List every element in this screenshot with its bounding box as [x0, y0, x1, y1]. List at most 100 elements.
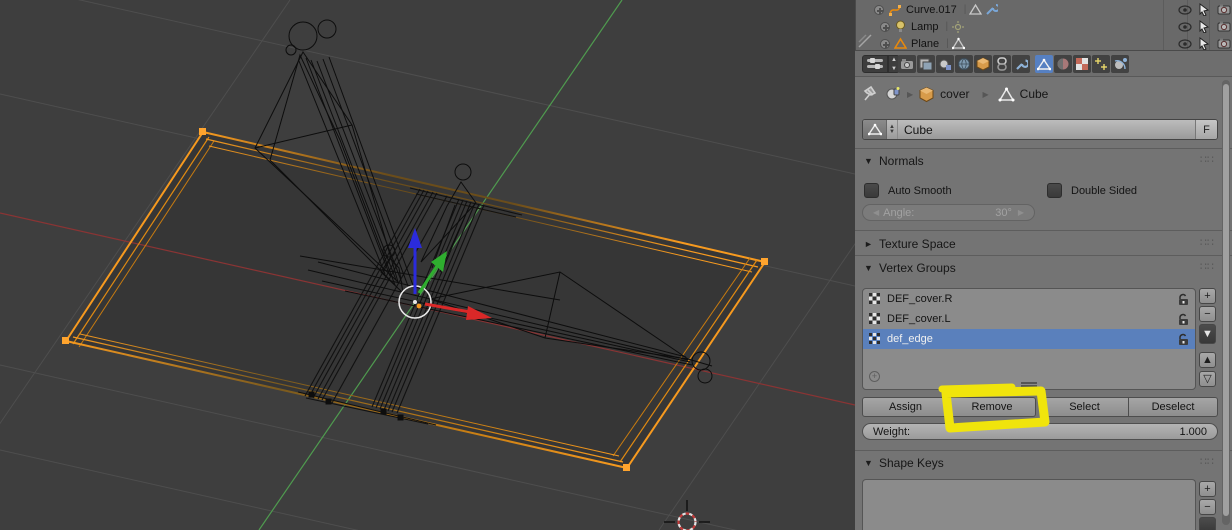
panel-header-normals[interactable]: ▼ Normals ∷∷: [855, 152, 1232, 170]
vgroup-specials-menu-button[interactable]: ▼: [1199, 324, 1216, 344]
double-sided-checkbox[interactable]: [1047, 183, 1062, 198]
properties-header: ▲▼: [855, 50, 1232, 77]
object-origin-dot: [417, 304, 422, 309]
vertex-group-row[interactable]: DEF_cover.L: [863, 309, 1195, 329]
lamp-data-icon: [951, 20, 965, 34]
name-field-spinner[interactable]: ▲▼: [887, 120, 898, 139]
weight-label: Weight:: [873, 426, 910, 438]
panel-title: Texture Space: [879, 237, 956, 251]
tab-object-data[interactable]: [1035, 55, 1053, 73]
list-add-icon[interactable]: +: [869, 371, 880, 382]
tab-world[interactable]: [955, 55, 973, 73]
panel-header-shape-keys[interactable]: ▼ Shape Keys ∷∷: [855, 454, 1232, 472]
shapekey-add-button[interactable]: +: [1199, 481, 1216, 497]
modifier-wrench-icon: [985, 3, 998, 16]
panel-separator: [855, 230, 1232, 231]
unlock-icon[interactable]: [1177, 333, 1189, 346]
breadcrumb-arrow-icon: ▶: [983, 90, 989, 99]
fake-user-button[interactable]: F: [1195, 120, 1217, 139]
tab-particles[interactable]: [1092, 55, 1110, 73]
tab-constraints[interactable]: [993, 55, 1011, 73]
visibility-eye-icon[interactable]: [1178, 22, 1192, 32]
slider-right-arrow-icon: ▶: [1018, 208, 1024, 217]
vertex-group-name: def_edge: [887, 333, 933, 345]
panel-scrollbar[interactable]: [1222, 80, 1230, 525]
vertex-group-name: DEF_cover.L: [887, 313, 951, 325]
deselect-button[interactable]: Deselect: [1129, 397, 1218, 417]
curve-object-icon: [888, 3, 902, 17]
weight-slider[interactable]: Weight: 1.000: [862, 423, 1218, 440]
expand-icon[interactable]: [874, 5, 884, 15]
panel-drag-grip[interactable]: ∷∷: [1200, 236, 1214, 249]
separator: |: [946, 38, 949, 49]
outliner-item-label: Plane: [911, 38, 939, 50]
panel-title: Vertex Groups: [879, 261, 956, 275]
disclosure-triangle-icon: ▼: [864, 156, 873, 166]
weight-value: 1.000: [1179, 426, 1207, 438]
shapekey-remove-button[interactable]: −: [1199, 499, 1216, 515]
mesh-data-icon: [863, 120, 887, 139]
expand-icon[interactable]: [880, 39, 890, 49]
panel-drag-grip[interactable]: ∷∷: [1200, 455, 1214, 468]
tab-modifiers[interactable]: [1012, 55, 1030, 73]
selectability-cursor-icon[interactable]: [1199, 37, 1210, 50]
outliner-item-curve017[interactable]: Curve.017 |: [856, 1, 1232, 18]
right-editor-column: Curve.017 | Lamp: [855, 0, 1232, 530]
3d-viewport[interactable]: [0, 0, 855, 530]
renderability-camera-icon[interactable]: [1217, 4, 1231, 15]
mesh-data-icon: [998, 87, 1015, 102]
double-sided-label: Double Sided: [1071, 185, 1137, 197]
shape-key-list: [862, 479, 1196, 530]
manipulator-center-dot: [413, 300, 417, 304]
panel-header-texture-space[interactable]: ► Texture Space ∷∷: [855, 235, 1232, 253]
disclosure-triangle-icon: ▼: [864, 263, 873, 273]
selectability-cursor-icon[interactable]: [1199, 3, 1210, 16]
angle-slider: ◀ Angle: 30° ▶: [862, 204, 1035, 221]
vgroup-remove-button[interactable]: −: [1199, 306, 1216, 322]
renderability-camera-icon[interactable]: [1217, 38, 1231, 49]
scrollbar-thumb[interactable]: [1223, 84, 1229, 516]
panel-separator: [855, 450, 1232, 451]
unlock-icon[interactable]: [1177, 313, 1189, 326]
editor-type-selector[interactable]: [862, 55, 888, 73]
outliner-item-label: Lamp: [911, 21, 939, 33]
expand-icon[interactable]: [880, 22, 890, 32]
outliner-item-label: Curve.017: [906, 4, 957, 16]
vertex-group-row[interactable]: DEF_cover.R: [863, 289, 1195, 309]
remove-button[interactable]: Remove: [949, 397, 1036, 417]
panel-header-vertex-groups[interactable]: ▼ Vertex Groups ∷∷: [855, 259, 1232, 277]
tab-material[interactable]: [1054, 55, 1072, 73]
tab-object[interactable]: [974, 55, 992, 73]
unlock-icon[interactable]: [1177, 293, 1189, 306]
breadcrumb-object-name[interactable]: cover: [940, 87, 969, 101]
vgroup-move-down-button[interactable]: ▽: [1199, 371, 1216, 387]
vertex-group-icon: [869, 313, 881, 325]
list-resize-grip[interactable]: [1021, 382, 1037, 387]
assign-button[interactable]: Assign: [862, 397, 949, 417]
tab-scene[interactable]: [936, 55, 954, 73]
selectability-cursor-icon[interactable]: [1199, 20, 1210, 33]
vertex-group-icon: [869, 333, 881, 345]
mesh-name-input[interactable]: [898, 120, 1195, 139]
vertex-group-row-selected[interactable]: def_edge: [863, 329, 1195, 349]
mesh-data-icon: [969, 3, 982, 16]
tab-texture[interactable]: [1073, 55, 1091, 73]
tab-render-layers[interactable]: [917, 55, 935, 73]
scene-icon[interactable]: [884, 85, 902, 103]
visibility-eye-icon[interactable]: [1178, 5, 1192, 15]
tab-physics[interactable]: [1111, 55, 1129, 73]
breadcrumb-data-name[interactable]: Cube: [1020, 87, 1049, 101]
outliner-item-lamp[interactable]: Lamp |: [856, 18, 1232, 35]
renderability-camera-icon[interactable]: [1217, 21, 1231, 32]
auto-smooth-checkbox[interactable]: [864, 183, 879, 198]
shapekey-specials-menu-button[interactable]: [1199, 517, 1216, 530]
tab-render[interactable]: [898, 55, 916, 73]
vgroup-add-button[interactable]: +: [1199, 288, 1216, 304]
pin-icon[interactable]: [861, 84, 879, 104]
select-button[interactable]: Select: [1040, 397, 1129, 417]
panel-drag-grip[interactable]: ∷∷: [1200, 260, 1214, 273]
object-cube-icon: [918, 86, 935, 103]
vgroup-move-up-button[interactable]: ▲: [1199, 352, 1216, 368]
panel-drag-grip[interactable]: ∷∷: [1200, 153, 1214, 166]
visibility-eye-icon[interactable]: [1178, 39, 1192, 49]
